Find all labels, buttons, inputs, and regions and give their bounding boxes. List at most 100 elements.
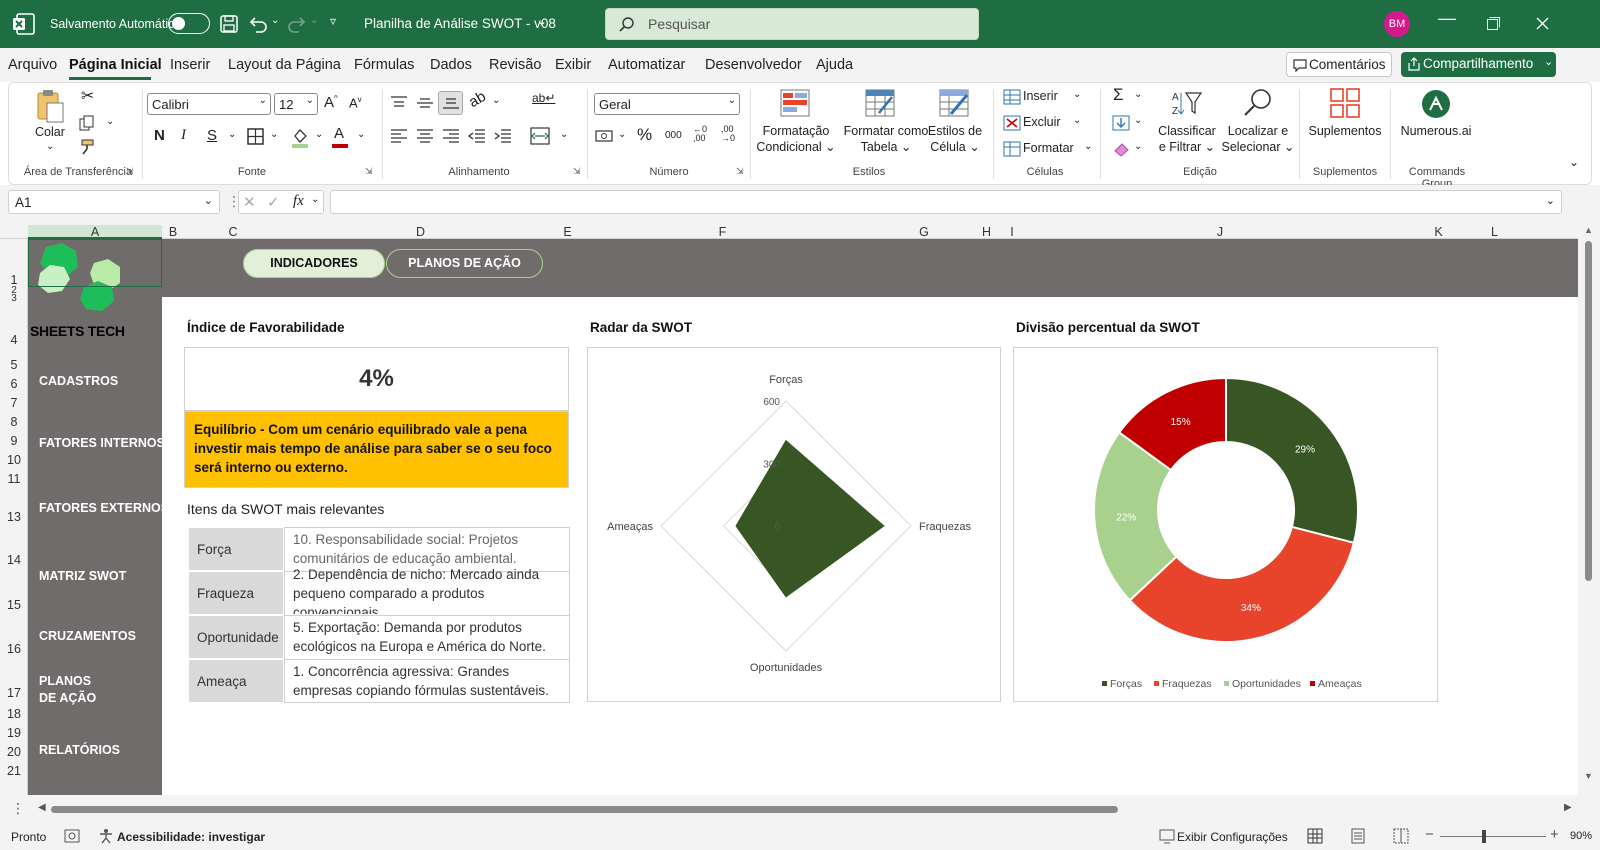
align-right-icon[interactable] xyxy=(442,128,460,144)
tab-pagina-inicial[interactable]: Página Inicial xyxy=(69,57,162,73)
vertical-scrollbar[interactable]: ▲ ▼ xyxy=(1578,225,1600,795)
nav-matriz-swot[interactable]: MATRIZ SWOT xyxy=(39,568,126,585)
numerous-label[interactable]: Numerous.ai xyxy=(1393,123,1479,139)
restore-icon[interactable] xyxy=(1487,17,1500,30)
borders-icon[interactable] xyxy=(247,128,265,146)
paste-label[interactable]: Colar xyxy=(35,124,65,140)
format-chevron-icon[interactable]: ⌄ xyxy=(1084,141,1092,152)
horizontal-scroll-thumb[interactable] xyxy=(51,806,1118,813)
paste-chevron-icon[interactable]: ⌄ xyxy=(46,139,54,155)
scroll-up-icon[interactable]: ▲ xyxy=(1584,225,1593,235)
percent-icon[interactable]: % xyxy=(637,125,652,145)
accessibility-icon[interactable] xyxy=(98,828,114,844)
undo-icon[interactable] xyxy=(248,14,268,34)
paste-icon[interactable] xyxy=(35,89,65,123)
row-header-18[interactable]: 18 xyxy=(0,707,28,721)
autosum-chevron-icon[interactable]: ⌄ xyxy=(1134,89,1142,100)
redo-dropdown-icon[interactable]: ⌄ xyxy=(310,15,318,26)
confirm-entry-icon[interactable]: ✓ xyxy=(267,193,280,211)
formula-expand-icon[interactable]: ⌄ xyxy=(1546,194,1555,207)
title-chevron-down-icon[interactable]: ⌄ xyxy=(537,14,547,28)
nav-cadastros[interactable]: CADASTROS xyxy=(39,373,118,390)
find-select-icon[interactable] xyxy=(1242,87,1274,119)
row-header-14[interactable]: 14 xyxy=(0,553,28,567)
find-select-label-2[interactable]: Selecionar ⌄ xyxy=(1221,139,1295,155)
decrease-font-icon[interactable]: Av xyxy=(349,95,362,110)
insert-function-icon[interactable]: fx xyxy=(293,193,304,210)
action-plans-button[interactable]: PLANOS DE AÇÃO xyxy=(386,249,543,278)
copy-chevron-icon[interactable]: ⌄ xyxy=(106,116,114,127)
col-header-b[interactable]: B xyxy=(162,225,184,239)
tab-arquivo[interactable]: Arquivo xyxy=(8,57,57,73)
delete-cells-label[interactable]: Excluir xyxy=(1023,115,1061,129)
formula-input[interactable]: ⌄ xyxy=(330,190,1562,214)
col-header-g[interactable]: G xyxy=(869,225,979,239)
nav-cruzamentos[interactable]: CRUZAMENTOS xyxy=(39,628,136,645)
format-as-table-label-1[interactable]: Formatar como xyxy=(840,123,932,139)
share-button[interactable]: Compartilhamento ⌄ xyxy=(1401,52,1556,77)
borders-chevron-icon[interactable]: ⌄ xyxy=(270,129,278,140)
tab-exibir[interactable]: Exibir xyxy=(555,57,591,73)
fill-chevron-icon[interactable]: ⌄ xyxy=(1134,115,1142,126)
underline-chevron-icon[interactable]: ⌄ xyxy=(228,129,236,140)
font-color-chevron-icon[interactable]: ⌄ xyxy=(357,129,365,140)
format-as-table-icon[interactable] xyxy=(865,89,897,119)
redo-icon[interactable] xyxy=(287,14,307,34)
scroll-down-icon[interactable]: ▼ xyxy=(1584,771,1593,781)
col-header-i[interactable]: I xyxy=(994,225,1030,239)
cell-styles-label-2[interactable]: Célula ⌄ xyxy=(925,139,985,155)
user-avatar[interactable]: BM xyxy=(1384,11,1410,37)
wrap-text-icon[interactable]: ab↵ xyxy=(532,91,555,105)
underline-button[interactable]: S xyxy=(207,127,217,144)
col-header-l[interactable]: L xyxy=(1467,225,1522,239)
tab-automatizar[interactable]: Automatizar xyxy=(608,57,685,73)
col-header-a[interactable]: A xyxy=(28,225,162,239)
col-header-k[interactable]: K xyxy=(1410,225,1467,239)
tab-dados[interactable]: Dados xyxy=(430,57,472,73)
comments-button[interactable]: Comentários xyxy=(1286,52,1392,77)
format-cells-label[interactable]: Formatar xyxy=(1023,141,1074,155)
copy-icon[interactable] xyxy=(79,115,95,131)
increase-indent-icon[interactable] xyxy=(494,128,512,144)
nav-relatorios[interactable]: RELATÓRIOS xyxy=(39,742,120,759)
tab-ajuda[interactable]: Ajuda xyxy=(816,57,853,73)
row-header-21[interactable]: 21 xyxy=(0,764,28,778)
fx-chevron-icon[interactable]: ⌄ xyxy=(311,194,319,205)
tab-revisao[interactable]: Revisão xyxy=(489,57,541,73)
tab-desenvolvedor[interactable]: Desenvolvedor xyxy=(705,57,802,73)
name-box[interactable]: A1 ⌄ xyxy=(8,190,220,214)
currency-icon[interactable] xyxy=(595,128,615,144)
addins-icon[interactable] xyxy=(1329,87,1361,119)
accessibility-status[interactable]: Acessibilidade: investigar xyxy=(117,830,265,844)
font-name-select[interactable]: Calibri ⌄ xyxy=(147,93,271,115)
format-cells-icon[interactable] xyxy=(1003,141,1021,157)
share-chevron-icon[interactable]: ⌄ xyxy=(1544,55,1553,68)
scroll-left-icon[interactable]: ◀ xyxy=(38,802,46,813)
delete-chevron-icon[interactable]: ⌄ xyxy=(1073,115,1081,126)
nav-fatores-externos[interactable]: FATORES EXTERNOS xyxy=(39,500,169,517)
row-header-5[interactable]: 5 xyxy=(0,358,28,372)
customize-toolbar-icon[interactable]: ▿ xyxy=(330,14,336,28)
increase-decimal-icon[interactable]: ←0,00 xyxy=(693,125,707,143)
align-left-icon[interactable] xyxy=(390,128,408,144)
insert-cells-label[interactable]: Inserir xyxy=(1023,89,1058,103)
col-header-d[interactable]: D xyxy=(282,225,559,239)
nav-fatores-internos[interactable]: FATORES INTERNOS xyxy=(39,435,165,452)
tab-inserir[interactable]: Inserir xyxy=(170,57,210,73)
insert-chevron-icon[interactable]: ⌄ xyxy=(1073,89,1081,100)
name-box-chevron-icon[interactable]: ⌄ xyxy=(204,194,213,207)
align-center-icon[interactable] xyxy=(416,128,434,144)
row-header-16[interactable]: 16 xyxy=(0,642,28,656)
row-header-11[interactable]: 11 xyxy=(0,472,28,486)
fill-chevron-icon[interactable]: ⌄ xyxy=(315,129,323,140)
zoom-level[interactable]: 90% xyxy=(1570,830,1592,842)
align-bottom-button[interactable] xyxy=(438,91,463,115)
row-header-13[interactable]: 13 xyxy=(0,510,28,524)
format-as-table-label-2[interactable]: Tabela ⌄ xyxy=(840,139,932,155)
save-icon[interactable] xyxy=(219,14,239,34)
alignment-launcher-icon[interactable]: ⇲ xyxy=(573,166,581,177)
zoom-in-icon[interactable]: + xyxy=(1550,826,1559,843)
sort-filter-label-1[interactable]: Classificar xyxy=(1155,123,1219,139)
autosum-icon[interactable]: Σ xyxy=(1113,85,1124,105)
undo-dropdown-icon[interactable]: ⌄ xyxy=(271,15,279,26)
